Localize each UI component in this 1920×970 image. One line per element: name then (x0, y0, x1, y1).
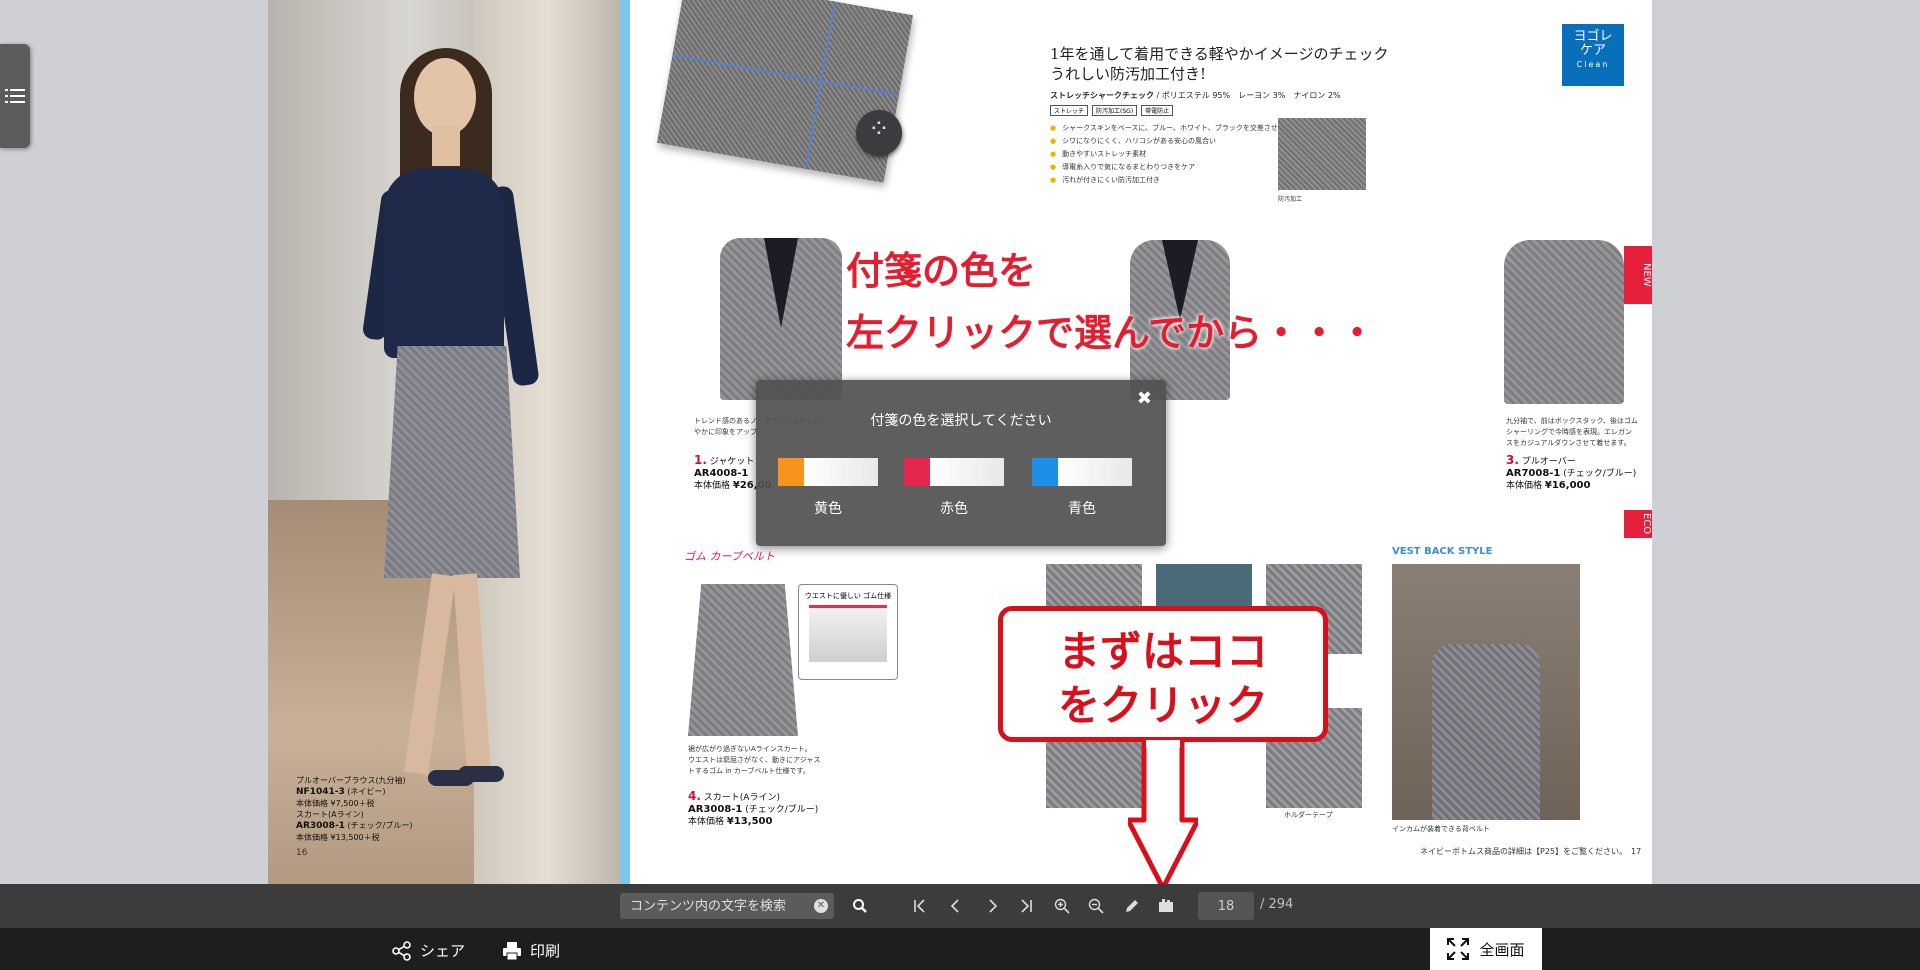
page-number-input[interactable] (1198, 892, 1254, 920)
dialog-title: 付箋の色を選択してください (870, 413, 1052, 429)
callout-line2: をクリック (1057, 681, 1268, 730)
color-option-label: 黄色 (814, 501, 842, 517)
holder-tape-caption: ホルダーテープ (1284, 811, 1333, 819)
material-tags: ストレッチ 防汚加工(SG) 帯電防止 (1050, 105, 1174, 116)
instruction-text-line1: 付箋の色を (846, 249, 1037, 293)
new-tab: NEW (1624, 246, 1652, 304)
viewer-toolbar: ✕ / 294 (0, 884, 1920, 928)
stain-proof-photo (1278, 118, 1366, 190)
fullscreen-button[interactable]: 全画面 (1430, 928, 1542, 970)
vest-back-caption: インカムが装着できる背ベルト (1392, 825, 1490, 833)
fullscreen-icon (1447, 938, 1470, 960)
vest-back-title: VEST BACK STYLE (1392, 546, 1493, 557)
eco-tab: ECO (1624, 510, 1652, 538)
share-button[interactable]: シェア (392, 940, 465, 961)
color-option-label: 赤色 (940, 501, 968, 517)
pullover-image (1504, 240, 1624, 404)
skirt-image (688, 584, 798, 736)
garment-button-image (856, 110, 902, 156)
sticky-color-dialog: ✖ 付箋の色を選択してください 黄色 赤色 青色 (756, 380, 1166, 546)
prev-page-icon[interactable] (942, 892, 970, 920)
callout-arrow-icon (1128, 740, 1198, 890)
next-page-icon[interactable] (978, 892, 1006, 920)
item3-description: 九分袖で、前はボックスタック、後はゴム シャーリングで今時感を表現。エレガン ス… (1506, 417, 1638, 447)
left-page-number: 16 (296, 848, 308, 858)
search-input[interactable] (620, 893, 834, 919)
waist-detail-box: ウエストに優しい ゴム仕様 (798, 584, 898, 680)
sticky-note-icon[interactable] (1152, 892, 1180, 920)
item3-info: 3. プルオーバー AR7008-1 (チェック/ブルー) 本体価格 ¥16,0… (1506, 453, 1637, 491)
catalog-viewer: プルオーバーブラウス(九分袖) NF1041-3 (ネイビー) 本体価格 ¥7,… (0, 0, 1920, 890)
color-option-label: 青色 (1068, 501, 1096, 517)
headline: 1年を通して着用できる軽やかイメージのチェック うれしい防汚加工付き! (1050, 45, 1389, 83)
table-of-contents-button[interactable] (0, 44, 30, 148)
gomu-curve-belt-label: ゴム カーブベルト (684, 550, 775, 563)
zoom-in-icon[interactable] (1048, 892, 1076, 920)
print-label: 印刷 (530, 942, 561, 960)
color-option-blue[interactable]: 青色 (1032, 458, 1132, 518)
instruction-text-line2: 左クリックで選んでから・・・ (846, 311, 1377, 355)
share-label: シェア (420, 942, 466, 960)
callout-line1: まずはココ (1057, 627, 1268, 676)
tag: ストレッチ (1050, 105, 1089, 116)
stain-proof-caption: 防汚加工 (1278, 196, 1303, 203)
item4-description: 裾が広がり過ぎないAラインスカート。 ウエストは窮屈さがなく、動きにアジャス ト… (688, 745, 821, 775)
total-pages: / 294 (1260, 897, 1294, 912)
first-page-icon[interactable] (906, 892, 934, 920)
bottom-bar: シェア 印刷 全画面 (0, 928, 1920, 970)
tag: 防汚加工(SG) (1092, 105, 1138, 116)
vest-back-photo (1392, 564, 1580, 820)
tag: 帯電防止 (1141, 105, 1174, 116)
callout-box: まずはココ をクリック (998, 606, 1328, 742)
right-page-footer: ネイビーボトムス商品の詳細は【P25】をご覧ください。 17 (1420, 847, 1642, 856)
page-divider (620, 0, 630, 884)
material-info: ストレッチシャークチェック / ポリエステル 95% レーヨン 3% ナイロン … (1050, 91, 1341, 100)
search-box: ✕ (620, 893, 834, 919)
left-page-photo: プルオーバーブラウス(九分袖) NF1041-3 (ネイビー) 本体価格 ¥7,… (268, 0, 620, 884)
share-icon (392, 940, 411, 961)
item4-info: 4. スカート(Aライン) AR3008-1 (チェック/ブルー) 本体価格 ¥… (688, 789, 819, 827)
color-option-red[interactable]: 赤色 (904, 458, 1004, 518)
print-button[interactable]: 印刷 (502, 940, 560, 961)
last-page-icon[interactable] (1012, 892, 1040, 920)
pen-icon[interactable] (1118, 892, 1146, 920)
search-icon (853, 899, 867, 913)
zoom-out-icon[interactable] (1082, 892, 1110, 920)
jacket-image (720, 238, 842, 400)
clear-search-icon[interactable]: ✕ (814, 899, 828, 913)
printer-icon (503, 941, 521, 960)
close-icon[interactable]: ✖ (1137, 388, 1152, 409)
list-icon (5, 89, 25, 103)
fullscreen-label: 全画面 (1479, 940, 1525, 959)
color-option-yellow[interactable]: 黄色 (778, 458, 878, 518)
clean-care-badge: ヨゴレ ケア Clean (1562, 24, 1624, 86)
search-button[interactable] (846, 892, 874, 920)
left-page-caption: プルオーバーブラウス(九分袖) NF1041-3 (ネイビー) 本体価格 ¥7,… (296, 776, 413, 842)
